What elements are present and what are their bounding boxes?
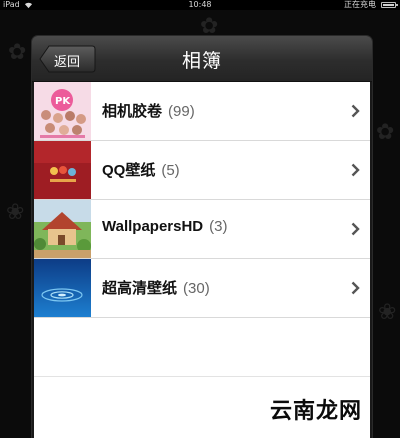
chevron-right-icon	[351, 104, 360, 118]
album-count: (3)	[209, 218, 228, 235]
album-name: WallpapersHD	[102, 218, 204, 235]
page-title: 相簿	[181, 50, 222, 72]
chevron-right-icon	[351, 281, 360, 295]
album-row-camera-roll[interactable]: PK 相机胶卷 (99)	[34, 82, 370, 141]
cartoon-house-thumbnail	[34, 200, 91, 258]
charging-label: 正在充电	[344, 0, 376, 9]
chevron-right-icon	[351, 222, 360, 236]
chevron-right-icon	[351, 163, 360, 177]
pink-pk-poster-thumbnail: PK	[34, 82, 91, 140]
battery-icon	[381, 2, 398, 8]
navigation-bar: 返回 相簿	[32, 36, 372, 82]
album-row-hd-wallpaper[interactable]: 超高清壁纸 (30)	[34, 259, 370, 318]
album-name: 相机胶卷	[102, 103, 163, 120]
album-count: (5)	[161, 162, 180, 179]
status-time: 10:48	[188, 0, 212, 9]
album-count: (99)	[168, 103, 195, 120]
background-pattern: ❀	[378, 300, 397, 325]
svg-text:PK: PK	[55, 96, 71, 107]
empty-list-row	[34, 318, 370, 377]
background-pattern: ❀	[6, 200, 25, 225]
album-count: (30)	[183, 280, 210, 297]
background-pattern: ✿	[8, 40, 27, 65]
album-name: QQ壁纸	[102, 162, 156, 179]
album-row-wallpapershd[interactable]: WallpapersHD (3)	[34, 200, 370, 259]
status-bar: iPad 10:48 正在充电	[0, 0, 400, 10]
album-row-qq-wallpaper[interactable]: QQ壁纸 (5)	[34, 141, 370, 200]
water-drop-thumbnail	[34, 259, 91, 317]
watermark-logo: 云南龙网	[264, 396, 368, 428]
red-wallpaper-thumbnail	[34, 141, 91, 199]
album-name: 超高清壁纸	[102, 280, 178, 297]
albums-popover: 返回 相簿 PK 相机胶卷 (99) QQ壁纸 (5) WallpapersHD…	[32, 36, 372, 438]
background-pattern: ✿	[376, 120, 395, 145]
album-list: PK 相机胶卷 (99) QQ壁纸 (5) WallpapersHD (3) 超…	[34, 82, 370, 438]
